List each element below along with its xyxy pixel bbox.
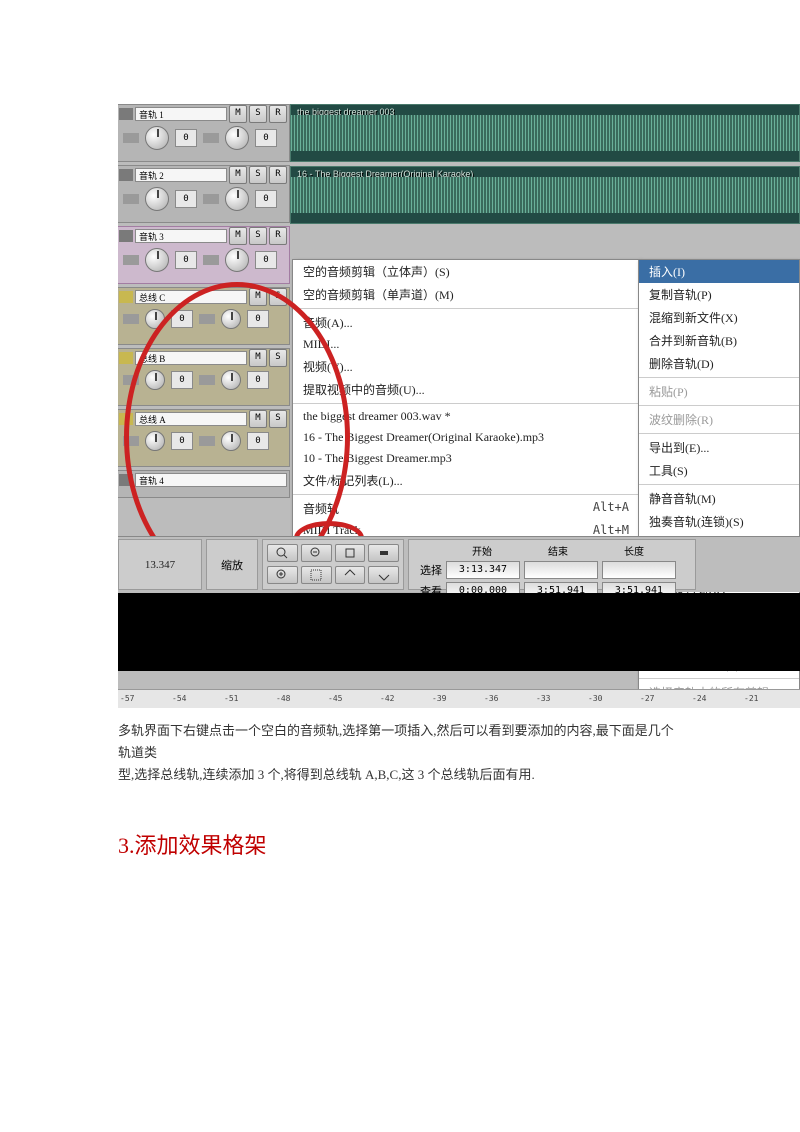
value-box[interactable]: 0 — [255, 129, 277, 147]
pan-knob[interactable] — [145, 187, 169, 211]
track-1[interactable]: 音轨 1 M S R 0 0 — [118, 104, 290, 162]
track-2[interactable]: 音轨 2 M S R 0 0 — [118, 165, 290, 223]
pan-icon — [123, 314, 139, 324]
value-box[interactable]: 0 — [255, 251, 277, 269]
zoom-in-v-icon[interactable] — [267, 566, 298, 584]
black-area — [118, 593, 800, 671]
row-select: 选择 — [412, 562, 442, 578]
menu-audio[interactable]: 音频(A)... — [293, 311, 639, 334]
submenu-paste: 粘贴(P) — [639, 380, 799, 403]
solo-button[interactable]: S — [249, 105, 267, 123]
zoom-toolbar — [262, 539, 404, 590]
sel-end[interactable] — [524, 561, 598, 579]
zoom-full-icon[interactable] — [335, 544, 366, 562]
menu-midi[interactable]: MIDI... — [293, 334, 639, 355]
track-icon — [119, 108, 133, 120]
submenu-export[interactable]: 导出到(E)... — [639, 436, 799, 459]
submenu-mix-new[interactable]: 混缩到新文件(X) — [639, 306, 799, 329]
vol-icon — [203, 133, 219, 143]
track-icon — [119, 230, 133, 242]
submenu-merge-new[interactable]: 合并到新音轨(B) — [639, 329, 799, 352]
menu-empty-stereo[interactable]: 空的音频剪辑（立体声）(S) — [293, 260, 639, 283]
track-name[interactable]: 音轨 1 — [135, 107, 227, 121]
menu-empty-mono[interactable]: 空的音频剪辑（单声道）(M) — [293, 283, 639, 306]
record-button[interactable]: R — [269, 227, 287, 245]
screenshot: the biggest dreamer 003 16 - The Biggest… — [118, 104, 800, 708]
lower-panel: 13.347 缩放 开始 结束 长度 选择 3:13.347 — [118, 536, 800, 592]
vol-knob[interactable] — [225, 248, 249, 272]
value-box[interactable]: 0 — [255, 190, 277, 208]
solo-button[interactable]: S — [249, 166, 267, 184]
pan-knob[interactable] — [145, 126, 169, 150]
menu-video[interactable]: 视频(V)... — [293, 355, 639, 378]
track-3[interactable]: 音轨 3 M S R 0 0 — [118, 226, 290, 284]
submenu-tools[interactable]: 工具(S) — [639, 459, 799, 482]
value-box[interactable]: 0 — [175, 129, 197, 147]
mute-button[interactable]: M — [229, 105, 247, 123]
record-button[interactable]: R — [269, 166, 287, 184]
pan-icon — [123, 133, 139, 143]
submenu-copy-track[interactable]: 复制音轨(P) — [639, 283, 799, 306]
record-button[interactable]: R — [269, 105, 287, 123]
waveform-track-1[interactable]: the biggest dreamer 003 — [290, 104, 800, 162]
annotation-text: 多轨界面下右键点击一个空白的音频轨,选择第一项插入,然后可以看到要添加的内容,最… — [118, 720, 682, 786]
zoom-out-v-icon[interactable] — [301, 566, 332, 584]
submenu-mute[interactable]: 静音音轨(M) — [639, 487, 799, 510]
submenu-ripple-delete: 波纹删除(R) — [639, 408, 799, 431]
vol-knob[interactable] — [225, 187, 249, 211]
vol-knob[interactable] — [225, 126, 249, 150]
bus-icon — [119, 291, 133, 303]
mute-button[interactable]: M — [229, 166, 247, 184]
ruler: -57 -54 -51 -48 -45 -42 -39 -36 -33 -30 … — [118, 689, 800, 708]
mute-button[interactable]: M — [229, 227, 247, 245]
vol-icon — [203, 255, 219, 265]
zoom-out-h-icon[interactable] — [301, 544, 332, 562]
section-heading: 3.添加效果格架 — [118, 828, 800, 860]
submenu-insert[interactable]: 插入(I) — [639, 260, 799, 283]
menu-audio-track[interactable]: 音频轨Alt+A — [293, 497, 639, 520]
value-box[interactable]: 0 — [175, 251, 197, 269]
submenu-solo-lock[interactable]: 独奏音轨(连锁)(S) — [639, 510, 799, 533]
vol-icon — [203, 194, 219, 204]
sel-start[interactable]: 3:13.347 — [446, 561, 520, 579]
pan-knob[interactable] — [145, 248, 169, 272]
zoom-in-h-icon[interactable] — [267, 544, 298, 562]
sel-length[interactable] — [602, 561, 676, 579]
col-length: 长度 — [598, 543, 670, 558]
waveform-track-2[interactable]: 16 - The Biggest Dreamer(Original Karaok… — [290, 166, 800, 224]
pan-icon — [123, 194, 139, 204]
track-name[interactable]: 音轨 2 — [135, 168, 227, 182]
pan-icon — [123, 255, 139, 265]
waveform-area: the biggest dreamer 003 16 - The Biggest… — [290, 104, 800, 224]
bus-icon — [119, 352, 133, 364]
value-box[interactable]: 0 — [175, 190, 197, 208]
selection-view-panel: 开始 结束 长度 选择 3:13.347 查看 0:00.000 3:51.94… — [408, 539, 696, 590]
zoom-label: 缩放 — [206, 539, 258, 590]
solo-button[interactable]: S — [249, 227, 267, 245]
col-start: 开始 — [446, 543, 518, 558]
track-icon — [119, 169, 133, 181]
zoom-out-icon[interactable] — [368, 566, 399, 584]
submenu-delete-track[interactable]: 删除音轨(D) — [639, 352, 799, 375]
track-name[interactable]: 音轨 3 — [135, 229, 227, 243]
time-display: 13.347 — [118, 539, 202, 590]
zoom-in-icon[interactable] — [335, 566, 366, 584]
zoom-sel-icon[interactable] — [368, 544, 399, 562]
col-end: 结束 — [522, 543, 594, 558]
